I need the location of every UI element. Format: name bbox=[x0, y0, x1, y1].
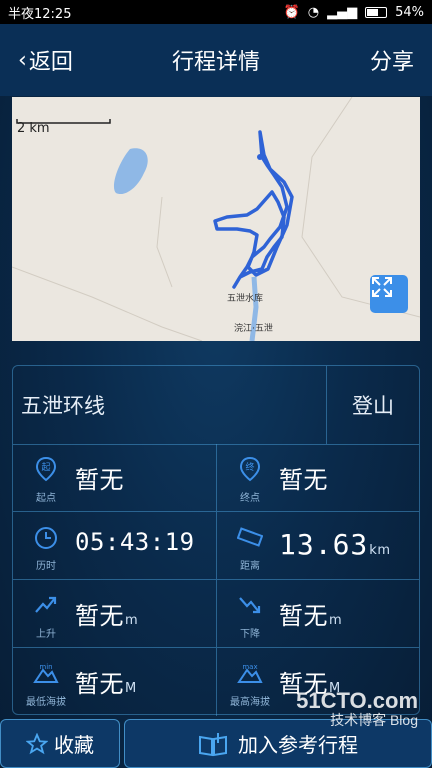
signal-icon: ▂▄▆ bbox=[327, 4, 358, 20]
stat-ascent: 上升 暂无m bbox=[13, 580, 216, 648]
stat-end: 终 终点 暂无 bbox=[216, 444, 419, 512]
trip-details-card: 五泄环线 登山 起 起点 暂无 终 终点 暂无 历时 05:43:19 距离 1… bbox=[12, 365, 420, 716]
svg-text:max: max bbox=[242, 663, 257, 671]
collect-label: 收藏 bbox=[54, 733, 94, 757]
trend-up-icon bbox=[35, 596, 57, 613]
route-row: 五泄环线 登山 bbox=[13, 366, 419, 445]
stat-unit: m bbox=[125, 613, 139, 628]
alarm-icon: ⏰ bbox=[283, 4, 300, 20]
back-label: 返回 bbox=[28, 50, 73, 75]
wifi-icon: ◔ bbox=[307, 4, 320, 20]
expand-icon bbox=[372, 277, 392, 297]
stat-value: 暂无m bbox=[279, 596, 342, 631]
stat-caption: 历时 bbox=[36, 561, 56, 572]
stat-value: 13.63km bbox=[279, 528, 391, 561]
watermark: 51CTO.com 技术博客 Blog bbox=[288, 688, 418, 729]
stat-caption: 最高海拔 bbox=[230, 697, 270, 708]
clock-icon bbox=[35, 527, 57, 549]
ruler-icon bbox=[237, 527, 263, 547]
min-altitude-icon: min bbox=[33, 663, 59, 683]
map-canvas bbox=[12, 97, 420, 341]
back-button[interactable]: ‹ 返回 bbox=[18, 44, 73, 76]
collect-button[interactable]: 收藏 bbox=[0, 719, 120, 768]
stat-value: 05:43:19 bbox=[75, 528, 195, 556]
share-button[interactable]: 分享 bbox=[370, 44, 414, 76]
stat-caption: 上升 bbox=[36, 629, 56, 640]
route-map[interactable]: 2 km 五泄水库 浣江·五泄 bbox=[12, 97, 420, 341]
stat-value: 暂无m bbox=[75, 596, 138, 631]
battery-icon bbox=[365, 6, 388, 18]
stat-distance: 距离 13.63km bbox=[216, 512, 419, 580]
start-pin-icon: 起 bbox=[35, 456, 57, 482]
join-label: 加入参考行程 bbox=[238, 733, 358, 757]
stat-number: 暂无 bbox=[279, 602, 328, 630]
svg-text:起: 起 bbox=[41, 462, 50, 473]
map-scale: 2 km bbox=[17, 121, 50, 136]
stat-unit: km bbox=[369, 543, 391, 558]
status-time: 半夜12:25 bbox=[8, 6, 72, 22]
star-icon bbox=[26, 732, 48, 754]
book-icon bbox=[199, 732, 227, 756]
stat-value: 暂无 bbox=[75, 466, 124, 494]
battery-percent: 54% bbox=[395, 4, 424, 20]
status-bar: 半夜12:25 ⏰ ◔ ▂▄▆ 54% bbox=[0, 0, 432, 24]
stat-caption: 最低海拔 bbox=[26, 697, 66, 708]
stat-value: 暂无M bbox=[75, 664, 137, 699]
stat-number: 暂无 bbox=[75, 602, 124, 630]
route-name: 五泄环线 bbox=[21, 394, 105, 418]
expand-map-button[interactable] bbox=[370, 275, 408, 313]
watermark-sub: 技术博客 Blog bbox=[330, 712, 418, 728]
chevron-left-icon: ‹ bbox=[18, 47, 27, 73]
stat-caption: 起点 bbox=[36, 493, 56, 504]
trend-down-icon bbox=[239, 597, 261, 614]
stat-min-altitude: min 最低海拔 暂无M bbox=[13, 648, 216, 716]
stat-number: 13.63 bbox=[279, 528, 369, 561]
stat-duration: 历时 05:43:19 bbox=[13, 512, 216, 580]
stat-start: 起 起点 暂无 bbox=[13, 444, 216, 512]
stat-caption: 终点 bbox=[240, 493, 260, 504]
svg-text:终: 终 bbox=[245, 461, 254, 473]
map-place-label: 五泄水库 bbox=[227, 294, 264, 304]
svg-text:min: min bbox=[39, 663, 52, 671]
stat-unit: M bbox=[125, 681, 137, 696]
stat-caption: 下降 bbox=[240, 629, 260, 640]
stat-caption: 距离 bbox=[240, 561, 260, 572]
route-type: 登山 bbox=[326, 366, 419, 444]
stat-unit: m bbox=[329, 613, 343, 628]
max-altitude-icon: max bbox=[237, 663, 263, 683]
stat-descent: 下降 暂无m bbox=[216, 580, 419, 648]
stat-value: 暂无 bbox=[279, 466, 328, 494]
stat-number: 暂无 bbox=[75, 670, 124, 698]
end-pin-icon: 终 bbox=[239, 456, 261, 482]
map-place-label: 浣江·五泄 bbox=[234, 324, 273, 334]
status-icons: ⏰ ◔ ▂▄▆ 54% bbox=[284, 5, 424, 20]
watermark-main: 51CTO.com bbox=[296, 688, 418, 713]
header: ‹ 返回 行程详情 分享 bbox=[0, 24, 432, 96]
